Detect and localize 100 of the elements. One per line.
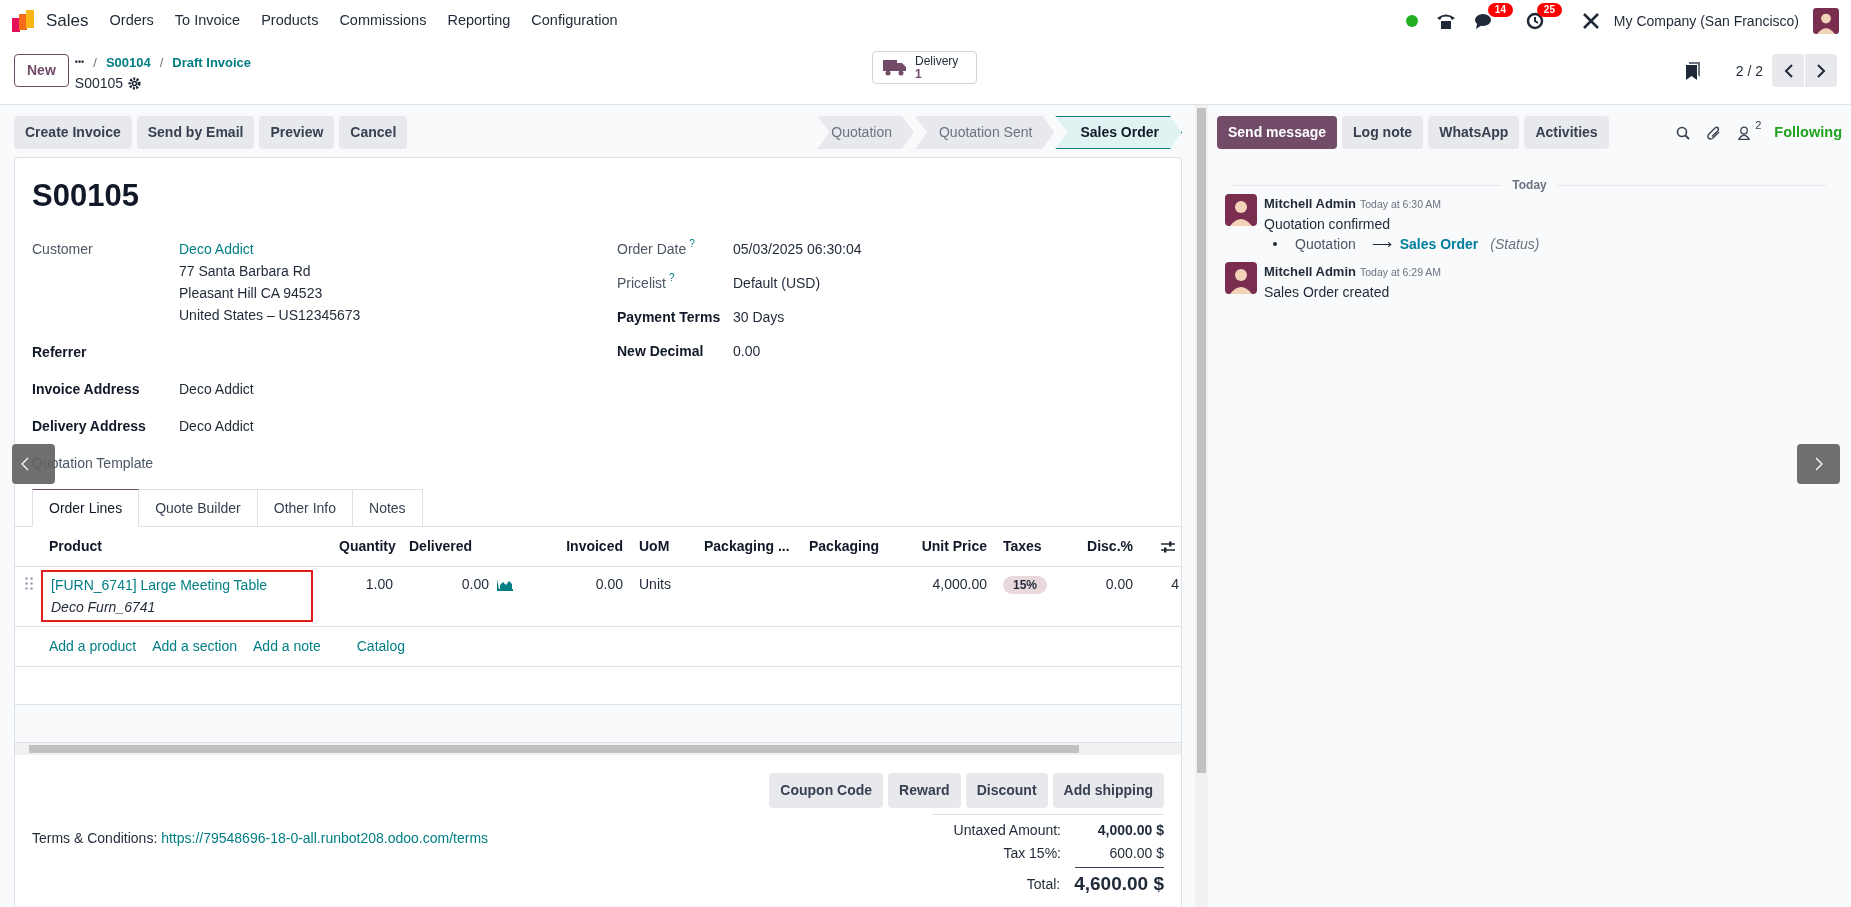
action-button[interactable]: Create Invoice [14, 116, 132, 149]
field-label: Referrer [32, 344, 87, 360]
avatar-icon [1225, 194, 1257, 226]
field-label: New Decimal [617, 342, 704, 361]
chatter-button[interactable]: Send message [1217, 116, 1338, 149]
column-settings-icon[interactable] [1161, 540, 1175, 553]
tracking-new-value: Sales Order [1399, 235, 1479, 254]
paperclip-icon[interactable] [1707, 124, 1722, 141]
address-line: Pleasant Hill CA 94523 [179, 284, 324, 303]
menu-item[interactable]: To Invoice [174, 10, 241, 32]
area-chart-icon[interactable] [497, 578, 513, 591]
field-label: Order Date [617, 240, 687, 259]
notification-badge: 25 [1536, 3, 1562, 17]
bookmark-icon[interactable] [1685, 62, 1700, 80]
message-body: Quotation confirmed [1264, 215, 1392, 234]
notebook-tab[interactable]: Notes [353, 489, 423, 527]
user-avatar-icon[interactable] [1813, 8, 1839, 34]
column-header[interactable]: Unit Price [921, 538, 987, 554]
status-step[interactable]: Quotation Sent [915, 116, 1055, 149]
add-line-link[interactable]: Add a section [152, 636, 237, 657]
column-header[interactable]: Packaging [809, 538, 880, 554]
avatar-icon [1225, 262, 1257, 294]
menu-item[interactable]: Reporting [447, 10, 511, 32]
product-link[interactable]: [FURN_6741] Large Meeting Table [51, 574, 311, 596]
breadcrumb-more[interactable]: ••• [74, 56, 85, 70]
column-header[interactable]: Delivered [409, 538, 473, 554]
status-step[interactable]: Quotation [817, 116, 914, 149]
product-description: Deco Furn_6741 [51, 598, 157, 617]
bullet-icon [1273, 242, 1277, 246]
previous-button[interactable] [1772, 54, 1804, 87]
tracking-arrow: ⟶ [1371, 235, 1392, 254]
delivery-smart-button[interactable]: Delivery 1 [872, 51, 977, 84]
chevron-right-icon [1816, 63, 1826, 78]
column-header[interactable]: Product [49, 538, 102, 554]
terms-link[interactable]: https://79548696-18-0-all.runbot208.odoo.com/terms [161, 830, 489, 846]
menu-item[interactable]: Configuration [531, 10, 618, 32]
new-button[interactable]: New [14, 54, 69, 87]
message-author[interactable]: Mitchell Admin [1264, 194, 1356, 214]
footer-button[interactable]: Reward [888, 773, 961, 808]
search-icon[interactable] [1676, 125, 1691, 140]
field-value: 0.00 [733, 342, 761, 361]
scrollbar-thumb[interactable] [1197, 108, 1206, 773]
column-header[interactable]: Invoiced [566, 538, 623, 554]
footer-button[interactable]: Discount [965, 773, 1048, 808]
add-line-link[interactable]: Catalog [356, 636, 405, 657]
menu-item[interactable]: Orders [109, 10, 154, 32]
followers-icon[interactable] [1738, 125, 1751, 140]
field-value: 05/03/2025 06:30:04 [733, 240, 862, 259]
help-mark[interactable]: ? [689, 238, 695, 250]
action-button[interactable]: Cancel [339, 116, 408, 149]
address-line: United States – US12345673 [179, 306, 361, 325]
column-header[interactable]: UoM [639, 538, 670, 554]
footer-button[interactable]: Add shipping [1052, 773, 1164, 808]
column-header[interactable]: Disc.% [1087, 538, 1133, 554]
uom-cell-text: Units [638, 575, 672, 594]
field-value: Default (USD) [733, 274, 821, 293]
breadcrumb-link[interactable]: Draft Invoice [172, 53, 252, 73]
pager-value[interactable]: 2 / 2 [1735, 61, 1763, 82]
help-mark[interactable]: ? [669, 272, 675, 284]
menu-item[interactable]: Products [261, 10, 319, 32]
status-step[interactable]: Sales Order [1055, 116, 1182, 149]
column-header[interactable]: Quantity [339, 538, 396, 554]
product-cell[interactable]: [FURN_6741] Large Meeting Table Deco Furn_6741 [41, 570, 313, 622]
gear-icon[interactable] [128, 76, 142, 90]
chevron-right-icon [1814, 457, 1823, 471]
message-time: Today at 6:30 AM [1359, 197, 1442, 212]
action-button[interactable]: Preview [259, 116, 335, 149]
scrollbar-thumb[interactable] [29, 745, 1079, 753]
breadcrumb-link[interactable]: S00104 [105, 53, 151, 73]
chatter-button[interactable]: Log note [1342, 116, 1424, 149]
company-name[interactable]: My Company (San Francisco) [1613, 10, 1799, 32]
customer-link[interactable]: Deco Addict [179, 238, 361, 260]
horizontal-scrollbar[interactable] [15, 743, 1181, 755]
chatter-button[interactable]: Activities [1524, 116, 1609, 149]
footer-button[interactable]: Coupon Code [769, 773, 884, 808]
field-label: Customer [32, 241, 93, 257]
column-header[interactable]: Packaging ... [704, 538, 790, 554]
message-author[interactable]: Mitchell Admin [1264, 262, 1356, 282]
notebook-tab[interactable]: Order Lines [32, 489, 140, 527]
action-button[interactable]: Send by Email [136, 116, 255, 149]
column-header[interactable]: Taxes [1003, 538, 1042, 554]
app-name[interactable]: Sales [46, 8, 89, 34]
menu-item[interactable]: Commissions [339, 10, 427, 32]
next-button[interactable] [1805, 54, 1837, 87]
add-line-link[interactable]: Add a product [49, 636, 137, 657]
message-time: Today at 6:29 AM [1359, 265, 1442, 280]
add-line-link[interactable]: Add a note [253, 636, 321, 657]
notebook-tab[interactable]: Other Info [257, 489, 354, 527]
phone-icon[interactable] [1435, 12, 1456, 30]
chatter-button[interactable]: WhatsApp [1428, 116, 1520, 149]
field-label: Payment Terms [617, 308, 721, 327]
invoiced-cell-text: 0.00 [594, 575, 624, 594]
vertical-scrollbar[interactable] [1195, 105, 1208, 907]
app-logo-icon[interactable] [12, 10, 34, 32]
quantity-cell-text: 1.00 [364, 575, 394, 594]
notebook-tab[interactable]: Quote Builder [139, 489, 258, 527]
drag-handle-icon[interactable] [25, 577, 33, 590]
total-value: 4,000.00 $ [1096, 821, 1164, 840]
total-value: 4,600.00 $ [1074, 871, 1164, 896]
clock-icon[interactable] [1525, 12, 1544, 30]
